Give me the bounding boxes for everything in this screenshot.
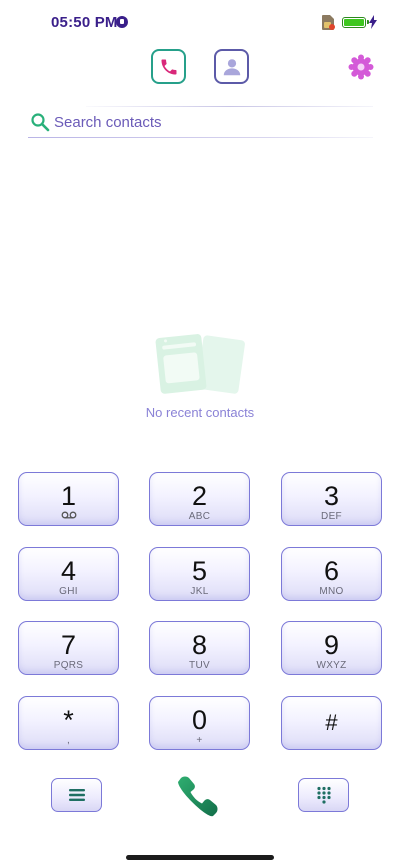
key-letters: + <box>196 735 203 746</box>
dial-keypad: 1 2 ABC 3 DEF 4 GHI 5 JKL 6 MNO 7 PQRS 8… <box>18 472 382 750</box>
status-time: 05:50 PM <box>51 14 118 31</box>
key-3[interactable]: 3 DEF <box>281 472 382 526</box>
key-2[interactable]: 2 ABC <box>149 472 250 526</box>
search-underline <box>28 137 373 138</box>
key-8[interactable]: 8 TUV <box>149 621 250 675</box>
key-6[interactable]: 6 MNO <box>281 547 382 601</box>
notification-icon <box>116 16 128 28</box>
key-letters: PQRS <box>53 660 84 671</box>
key-letters: , <box>66 735 71 746</box>
key-digit: 7 <box>60 630 77 660</box>
search-divider <box>86 106 373 107</box>
dialpad-button[interactable] <box>298 778 349 812</box>
key-digit: # <box>325 710 338 735</box>
key-9[interactable]: 9 WXYZ <box>281 621 382 675</box>
key-1[interactable]: 1 <box>18 472 119 526</box>
key-digit: 9 <box>323 630 340 660</box>
battery-icon <box>342 17 369 28</box>
recent-contacts-illustration <box>155 334 245 394</box>
key-digit: 3 <box>323 481 340 511</box>
sim-card-icon <box>322 15 335 30</box>
empty-state-text: No recent contacts <box>145 405 255 420</box>
key-letters: GHI <box>59 586 78 597</box>
key-hash[interactable]: # <box>281 696 382 750</box>
gear-icon[interactable] <box>348 54 374 80</box>
call-icon <box>178 776 218 817</box>
phone-icon <box>161 59 176 74</box>
key-letters: JKL <box>190 586 209 597</box>
key-4[interactable]: 4 GHI <box>18 547 119 601</box>
search-icon <box>31 113 50 132</box>
key-letters: MNO <box>319 586 344 597</box>
key-digit: 1 <box>60 481 77 511</box>
dialpad-icon <box>316 786 331 804</box>
key-digit: 4 <box>60 556 77 586</box>
key-digit: 8 <box>191 630 208 660</box>
key-letters: WXYZ <box>316 660 347 671</box>
charging-bolt-icon <box>369 15 377 29</box>
search-bar <box>28 106 373 138</box>
key-7[interactable]: 7 PQRS <box>18 621 119 675</box>
key-digit: 5 <box>191 556 208 586</box>
key-0[interactable]: 0 + <box>149 696 250 750</box>
key-letters: TUV <box>189 660 210 671</box>
key-5[interactable]: 5 JKL <box>149 547 250 601</box>
key-letters: DEF <box>321 511 342 522</box>
search-input[interactable] <box>54 112 354 132</box>
key-letters: ABC <box>188 511 211 522</box>
menu-lines-icon <box>68 789 85 801</box>
key-digit: 2 <box>191 481 208 511</box>
home-indicator[interactable] <box>126 855 274 860</box>
key-digit: 6 <box>323 556 340 586</box>
key-star[interactable]: * , <box>18 696 119 750</box>
key-digit: 0 <box>191 705 208 735</box>
contact-person-icon <box>223 58 240 75</box>
voicemail-icon <box>19 511 118 523</box>
status-bar: 05:50 PM <box>0 0 400 44</box>
key-digit: * <box>63 705 74 735</box>
call-button[interactable] <box>172 772 228 820</box>
tab-phone[interactable] <box>151 49 186 84</box>
tab-contacts[interactable] <box>214 49 249 84</box>
menu-button[interactable] <box>51 778 102 812</box>
